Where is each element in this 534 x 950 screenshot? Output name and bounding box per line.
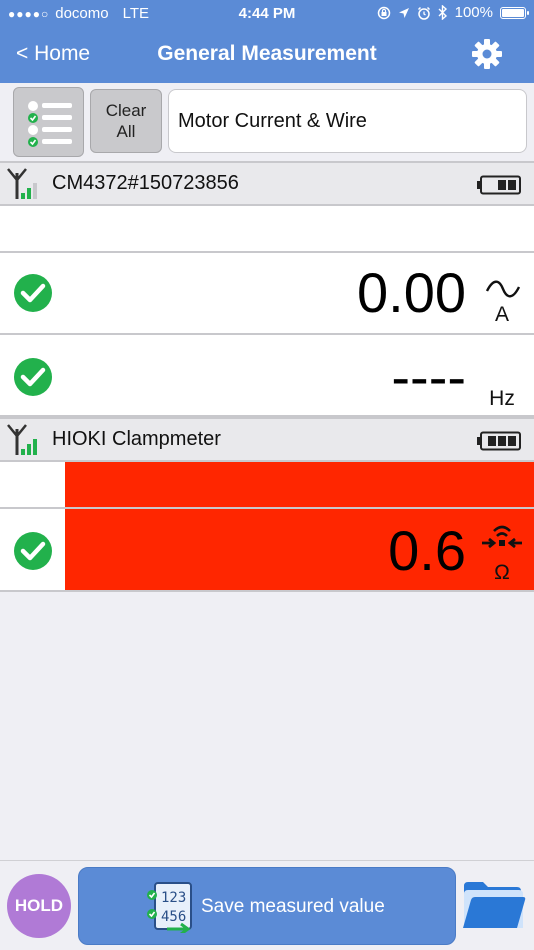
reading-value: 0.00 bbox=[357, 261, 466, 324]
continuity-buzzer-icon bbox=[482, 525, 522, 549]
check-icon bbox=[14, 274, 52, 312]
reading-row-frequency[interactable]: ---- Hz bbox=[0, 335, 534, 417]
hold-button[interactable]: HOLD bbox=[7, 874, 71, 938]
folder-icon[interactable] bbox=[461, 876, 527, 934]
device-status-row bbox=[0, 462, 534, 509]
alarm-icon bbox=[417, 6, 430, 20]
reading-unit: Ω bbox=[494, 561, 510, 584]
antenna-signal-icon bbox=[7, 424, 37, 455]
battery-icon bbox=[500, 6, 529, 19]
save-icon-digits-bottom: 456 bbox=[161, 909, 186, 925]
rotation-lock-icon bbox=[377, 6, 390, 19]
device-header: CM4372#150723856 bbox=[0, 161, 534, 206]
clear-all-button[interactable]: Clear All bbox=[90, 89, 162, 153]
battery-percent: 100% bbox=[454, 4, 493, 21]
status-bar: ●●●●○ docomo LTE 4:44 PM 100% bbox=[0, 0, 534, 28]
measurement-toolbar: Clear All Motor Current & Wire bbox=[0, 83, 534, 161]
antenna-signal-icon bbox=[7, 168, 37, 199]
measurement-name-field[interactable]: Motor Current & Wire bbox=[168, 89, 527, 153]
gear-icon[interactable] bbox=[470, 37, 504, 71]
location-arrow-icon bbox=[398, 7, 409, 18]
checklist-icon bbox=[28, 101, 72, 147]
save-measured-value-button[interactable]: 123 456 Save measured value bbox=[78, 867, 456, 945]
device-name: HIOKI Clampmeter bbox=[52, 428, 221, 450]
clear-all-label-line1: Clear bbox=[105, 101, 147, 120]
navigation-bar: < Home General Measurement bbox=[0, 28, 534, 83]
save-button-label: Save measured value bbox=[201, 896, 385, 917]
save-values-icon: 123 456 bbox=[147, 882, 192, 933]
checklist-button[interactable] bbox=[13, 87, 84, 157]
reading-row-resistance[interactable]: 0.6 Ω bbox=[0, 509, 534, 592]
bottom-toolbar: HOLD 123 456 Save measured value bbox=[0, 860, 534, 950]
reading-unit: A bbox=[494, 303, 509, 326]
ac-wave-icon bbox=[485, 280, 521, 298]
clear-all-label-line2: All bbox=[116, 122, 136, 141]
bluetooth-icon bbox=[438, 5, 447, 20]
reading-unit: Hz bbox=[489, 387, 515, 410]
reading-row-current[interactable]: 0.00 A bbox=[0, 253, 534, 335]
device-battery-icon bbox=[477, 175, 521, 195]
check-icon bbox=[14, 532, 52, 570]
page-title: General Measurement bbox=[157, 42, 377, 65]
device-name: CM4372#150723856 bbox=[52, 172, 239, 194]
top-bar: ●●●●○ docomo LTE 4:44 PM 100% < Home Gen… bbox=[0, 0, 534, 83]
check-icon bbox=[14, 358, 52, 396]
reading-value: 0.6 bbox=[388, 519, 466, 582]
device-header: HIOKI Clampmeter bbox=[0, 417, 534, 462]
alert-bar bbox=[65, 462, 534, 507]
reading-value: ---- bbox=[391, 345, 466, 408]
save-icon-digits-top: 123 bbox=[161, 890, 186, 906]
device-battery-icon bbox=[477, 431, 521, 451]
device-status-row bbox=[0, 206, 534, 253]
